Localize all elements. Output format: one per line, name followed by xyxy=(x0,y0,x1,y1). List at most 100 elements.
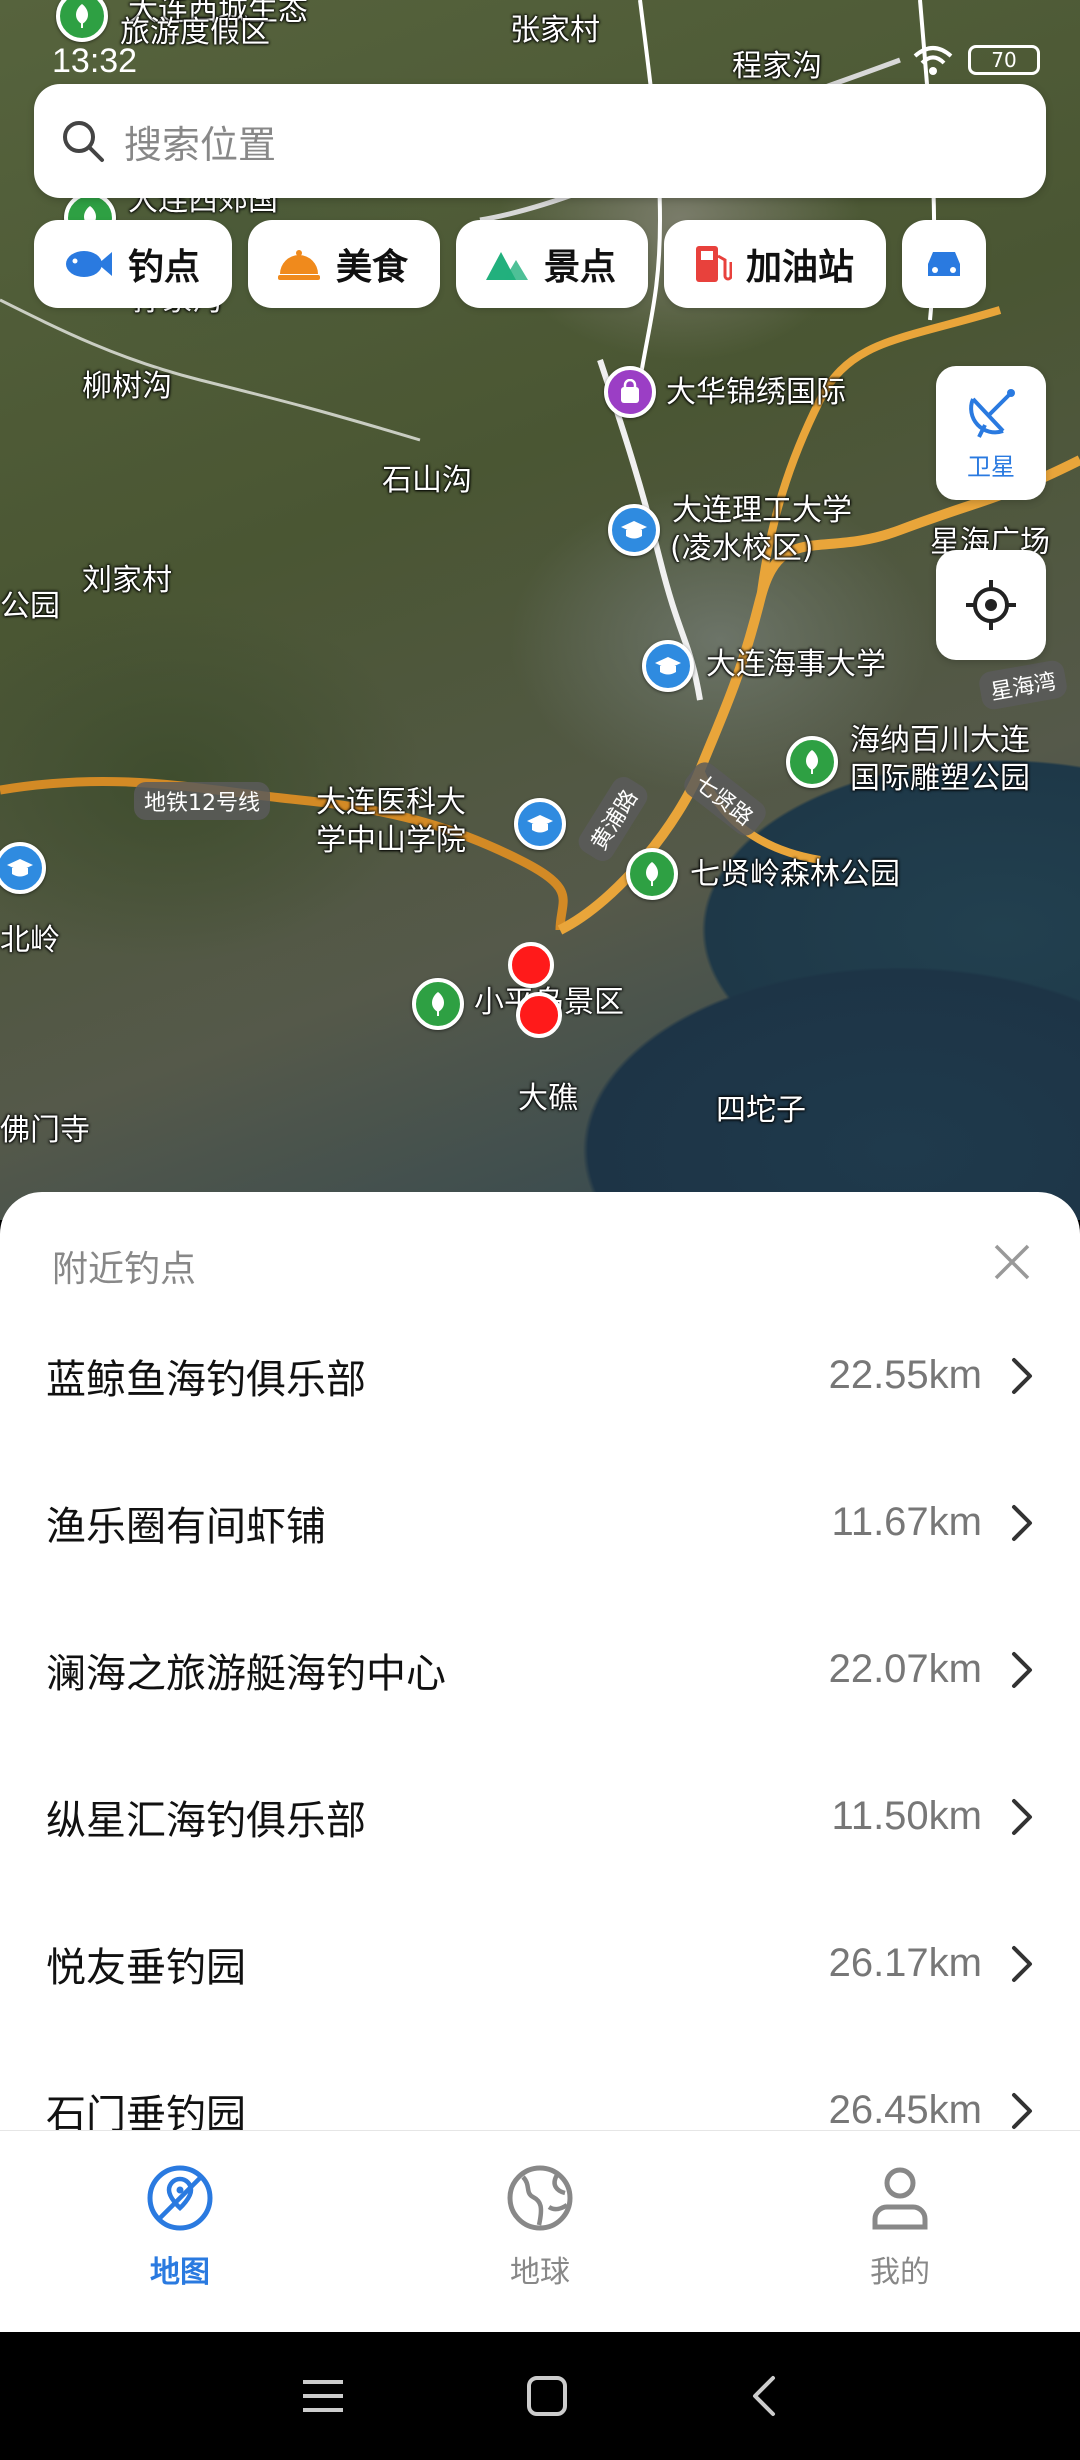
map-label: 程家沟 xyxy=(732,49,822,84)
map-label: 国际雕塑公园 xyxy=(850,761,1030,796)
map-label: 石山沟 xyxy=(382,463,472,498)
map-label: 大连理工大学 xyxy=(672,493,852,528)
spot-distance: 26.17km xyxy=(828,1941,982,1985)
spot-name: 纵星汇海钓俱乐部 xyxy=(46,1797,366,1844)
list-item[interactable]: 纵星汇海钓俱乐部 11.50km xyxy=(0,1743,1080,1890)
map-label: 七贤岭森林公园 xyxy=(690,857,900,892)
fishing-spot-marker[interactable] xyxy=(516,992,562,1038)
tab-profile[interactable]: 我的 xyxy=(720,2131,1080,2332)
sheet-title: 附近钓点 xyxy=(52,1249,197,1290)
fish-icon xyxy=(66,251,112,277)
locate-me-button[interactable] xyxy=(936,550,1046,660)
satellite-dish-icon xyxy=(969,388,1015,438)
chip-attractions[interactable]: 景点 xyxy=(456,220,649,308)
status-icons: 70 xyxy=(912,44,1040,76)
satellite-map[interactable]: 13:32 70 大连西城生态 旅游度假区 张家村 程家沟 大连西郊国 孙家沟 … xyxy=(0,0,1080,1220)
chip-fishing-spots[interactable]: 钓点 xyxy=(34,220,233,308)
school-poi-icon[interactable] xyxy=(642,640,694,692)
satellite-label: 卫星 xyxy=(967,452,1015,481)
map-label: 柳树沟 xyxy=(82,369,172,404)
map-label: 佛门寺 xyxy=(0,1113,90,1148)
spot-name: 石门垂钓园 xyxy=(46,2091,246,2133)
map-label: 张家村 xyxy=(510,13,600,48)
search-bar[interactable]: 搜索位置 xyxy=(34,84,1046,198)
chevron-right-icon xyxy=(1012,1798,1032,1835)
map-label: 旅游度假区 xyxy=(120,15,270,50)
crosshair-locate-icon xyxy=(966,580,1016,630)
fishing-spot-marker[interactable] xyxy=(508,942,554,988)
chevron-right-icon xyxy=(1012,1504,1032,1541)
tab-label: 地球 xyxy=(510,2255,570,2290)
battery-icon: 70 xyxy=(968,45,1040,75)
map-label: 公园 xyxy=(0,589,60,624)
map-label: 学中山学院 xyxy=(316,823,466,858)
mountain-icon xyxy=(486,252,529,280)
home-icon[interactable] xyxy=(525,2374,569,2418)
shopping-poi-icon[interactable] xyxy=(604,366,656,418)
chip-food[interactable]: 美食 xyxy=(248,220,441,308)
close-icon xyxy=(994,1244,1030,1280)
nearby-fishing-sheet: 附近钓点 蓝鲸鱼海钓俱乐部 22.55km 渔乐圈有间虾铺 11.67km 澜海… xyxy=(0,1192,1080,2132)
menu-icon[interactable] xyxy=(301,2376,345,2416)
map-label: 大连医科大 xyxy=(316,785,466,820)
chip-car[interactable] xyxy=(902,220,987,308)
wifi-icon xyxy=(913,46,953,75)
school-poi-icon[interactable] xyxy=(608,504,660,556)
map-label: 北岭 xyxy=(0,923,60,958)
list-item[interactable]: 渔乐圈有间虾铺 11.67km xyxy=(0,1449,1080,1596)
map-label: 大华锦绣国际 xyxy=(666,375,846,410)
map-label: 大礁 xyxy=(518,1081,578,1116)
chip-label: 美食 xyxy=(336,247,409,288)
chevron-right-icon xyxy=(1012,1651,1032,1688)
category-chips: 钓点 美食 景点 加油站 xyxy=(34,220,987,310)
satellite-layer-button[interactable]: 卫星 xyxy=(936,366,1046,500)
close-button[interactable] xyxy=(984,1234,1040,1290)
food-bell-icon xyxy=(278,250,321,280)
tab-label: 地图 xyxy=(150,2255,210,2290)
back-icon[interactable] xyxy=(749,2374,779,2418)
spot-distance: 11.50km xyxy=(831,1794,982,1838)
search-icon xyxy=(63,121,104,162)
list-item[interactable]: 悦友垂钓园 26.17km xyxy=(0,1890,1080,2037)
road-label: 地铁12号线 xyxy=(134,782,270,820)
bottom-tab-bar: 地图 地球 我的 xyxy=(0,2130,1080,2332)
park-poi-icon[interactable] xyxy=(786,736,838,788)
tab-label: 我的 xyxy=(870,2255,930,2290)
gas-pump-icon xyxy=(696,246,733,282)
map-label: 四坨子 xyxy=(716,1093,806,1128)
park-poi-icon[interactable] xyxy=(626,848,678,900)
chip-label: 景点 xyxy=(544,247,617,288)
school-poi-icon[interactable] xyxy=(514,798,566,850)
tab-globe[interactable]: 地球 xyxy=(360,2131,720,2332)
map-label: 大连海事大学 xyxy=(706,647,886,682)
car-icon xyxy=(928,252,961,276)
spot-distance: 11.67km xyxy=(831,1500,982,1544)
chip-gas-station[interactable]: 加油站 xyxy=(664,220,887,308)
system-navigation-bar xyxy=(0,2332,1080,2460)
list-item[interactable]: 澜海之旅游艇海钓中心 22.07km xyxy=(0,1596,1080,1743)
map-label: 海纳百川大连 xyxy=(850,723,1030,758)
map-pin-icon xyxy=(147,2165,213,2231)
chevron-right-icon xyxy=(1012,2092,1032,2129)
spot-name: 蓝鲸鱼海钓俱乐部 xyxy=(46,1356,366,1403)
spot-name: 澜海之旅游艇海钓中心 xyxy=(46,1650,446,1697)
map-label: 刘家村 xyxy=(82,563,172,598)
spot-distance: 26.45km xyxy=(828,2088,982,2132)
chevron-right-icon xyxy=(1012,1357,1032,1394)
list-item[interactable]: 石门垂钓园 26.45km xyxy=(0,2037,1080,2132)
tab-map[interactable]: 地图 xyxy=(0,2131,360,2332)
list-item[interactable]: 蓝鲸鱼海钓俱乐部 22.55km xyxy=(0,1302,1080,1449)
chip-label: 加油站 xyxy=(746,247,855,288)
map-label: (凌水校区) xyxy=(670,531,814,566)
chip-label: 钓点 xyxy=(128,247,201,288)
spot-name: 悦友垂钓园 xyxy=(46,1944,246,1991)
spot-distance: 22.07km xyxy=(828,1647,982,1691)
search-placeholder: 搜索位置 xyxy=(124,122,277,167)
globe-icon xyxy=(507,2165,573,2231)
spot-name: 渔乐圈有间虾铺 xyxy=(46,1503,326,1550)
spot-distance: 22.55km xyxy=(828,1353,982,1397)
chevron-right-icon xyxy=(1012,1945,1032,1982)
user-icon xyxy=(872,2167,928,2230)
fishing-spot-list: 蓝鲸鱼海钓俱乐部 22.55km 渔乐圈有间虾铺 11.67km 澜海之旅游艇海… xyxy=(0,1302,1080,2132)
park-poi-icon[interactable] xyxy=(412,978,464,1030)
